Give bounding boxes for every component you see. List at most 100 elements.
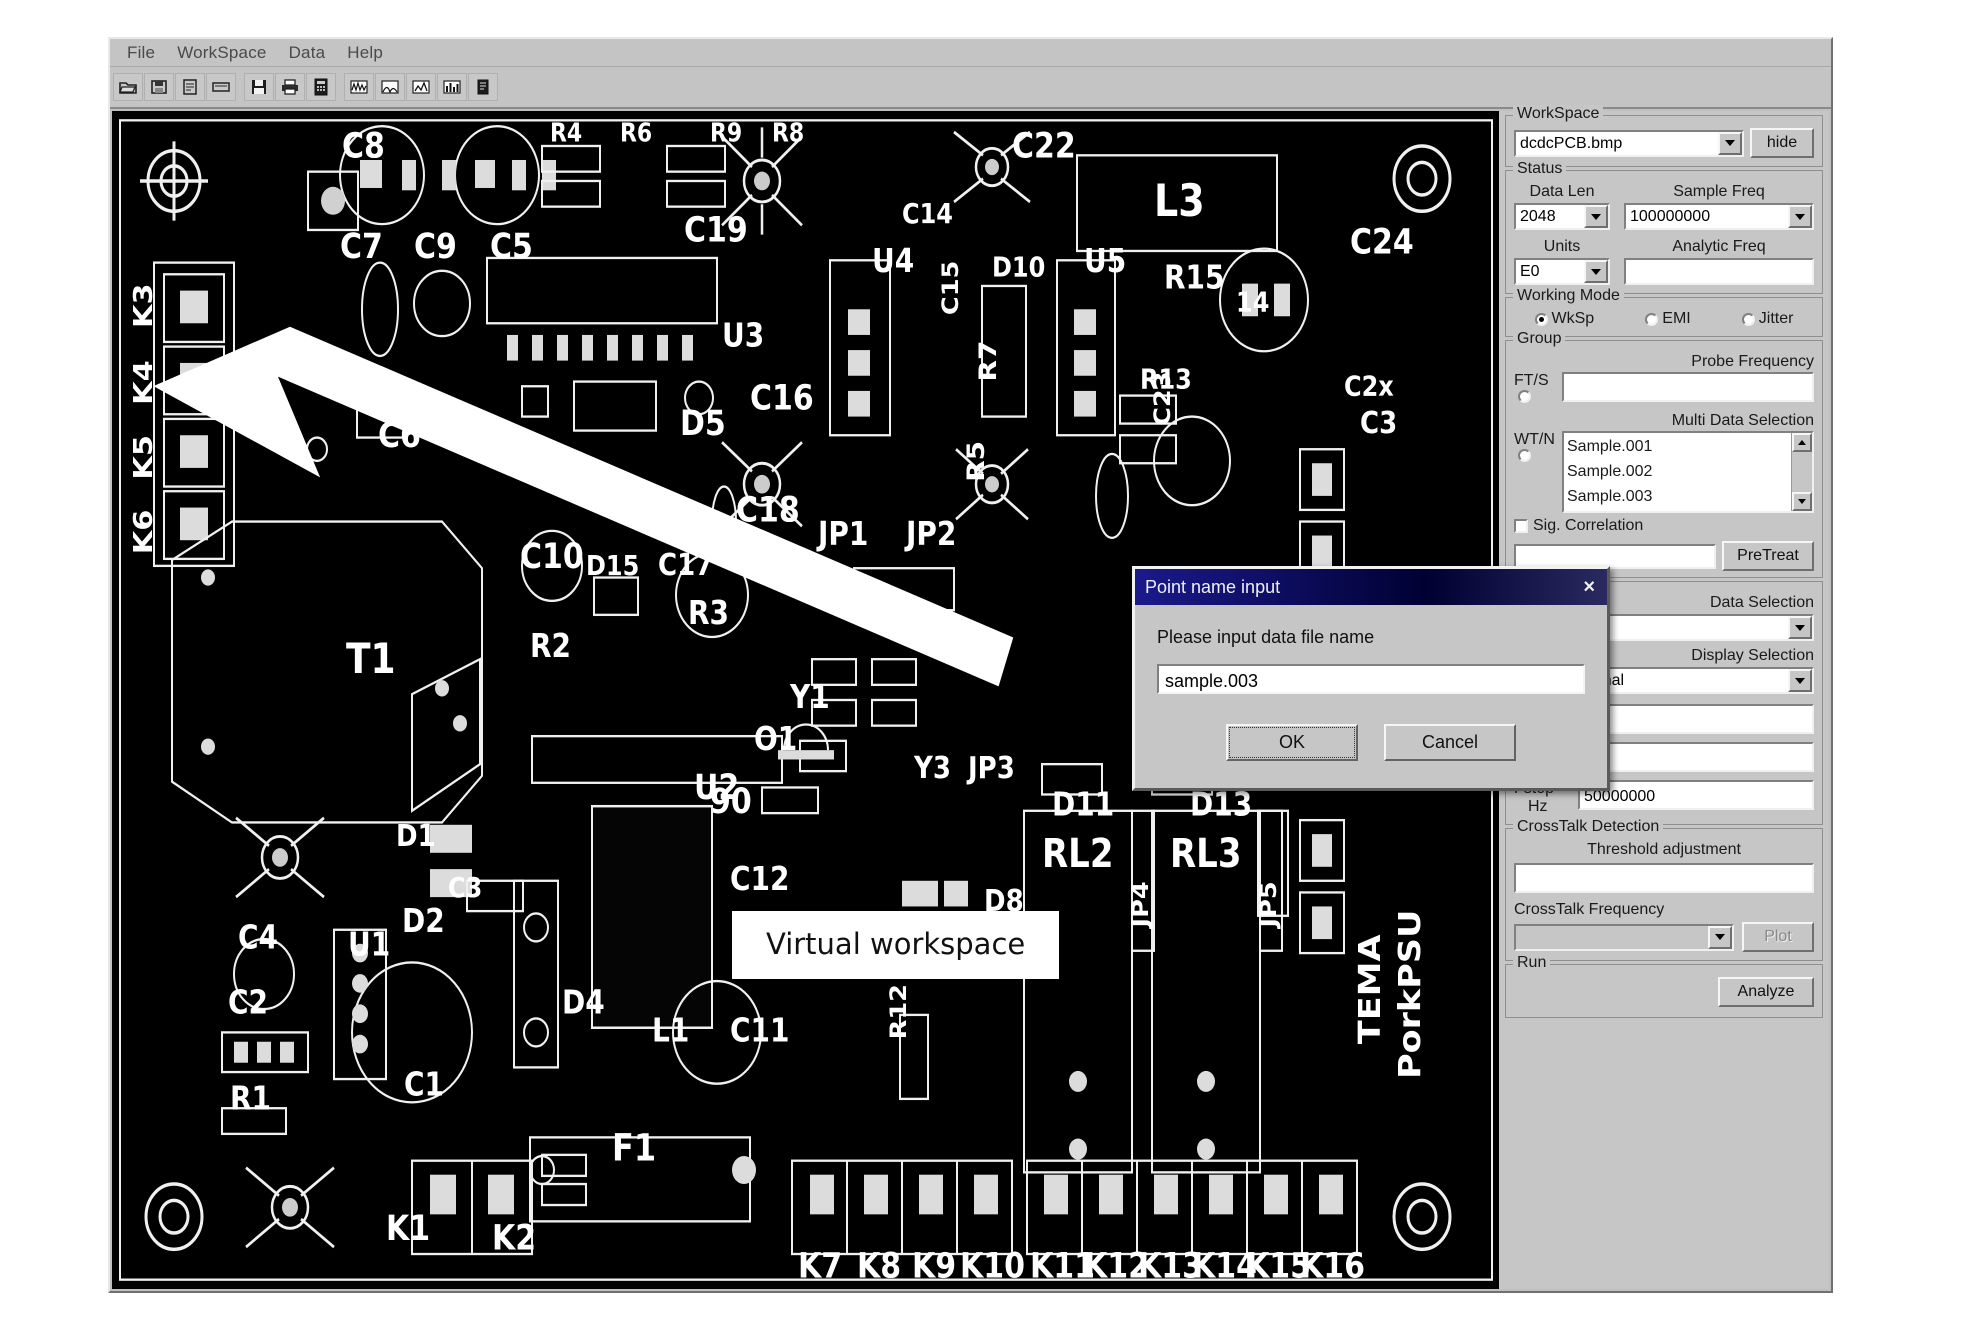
scroll-down-icon[interactable] [1792, 492, 1812, 511]
radio-fts[interactable] [1518, 390, 1531, 403]
virtual-workspace-annotation: Virtual workspace [732, 911, 1060, 979]
workspace-file-combo[interactable]: dcdcPCB.bmp [1514, 129, 1744, 157]
analysis-icon [473, 78, 493, 96]
svg-text:90: 90 [710, 781, 752, 822]
open-folder-icon [118, 78, 138, 96]
menu-help[interactable]: Help [336, 41, 394, 65]
crosstalk-group: CrossTalk Detection Threshold adjustment… [1505, 818, 1823, 961]
svg-text:R8: R8 [772, 118, 804, 148]
dialog-titlebar[interactable]: Point name input × [1135, 569, 1607, 605]
svg-text:R2: R2 [530, 628, 571, 666]
svg-text:Y1: Y1 [789, 679, 830, 717]
analyze-button[interactable]: Analyze [1718, 977, 1814, 1007]
svg-text:C9: C9 [414, 226, 457, 267]
listbox-scrollbar[interactable] [1791, 433, 1812, 511]
working-mode-group-label: Working Mode [1513, 287, 1624, 305]
menu-data[interactable]: Data [278, 41, 337, 65]
threshold-adjustment-label: Threshold adjustment [1587, 841, 1741, 858]
units-combo[interactable]: E0 [1514, 258, 1610, 285]
spectrum-icon-button[interactable] [375, 73, 405, 101]
calculator-icon-button[interactable] [306, 73, 336, 101]
list-item[interactable]: Sample.002 [1567, 459, 1791, 484]
radio-wtn[interactable] [1518, 449, 1531, 462]
sig-correlation-checkbox[interactable]: Sig. Correlation [1514, 517, 1643, 535]
waveform-icon-button[interactable] [344, 73, 374, 101]
fstop-input[interactable]: 50000000 [1578, 780, 1814, 810]
plot-button[interactable]: Plot [1742, 922, 1814, 952]
multi-data-listbox[interactable]: Sample.001 Sample.002 Sample.003 [1562, 431, 1814, 513]
menu-bar: File WorkSpace Data Help [110, 39, 1831, 67]
svg-text:C24: C24 [1350, 221, 1414, 262]
list-item[interactable]: Sample.001 [1567, 434, 1791, 459]
print-preview-icon-button[interactable] [175, 73, 205, 101]
chevron-down-icon[interactable] [1584, 205, 1608, 228]
svg-text:L1: L1 [652, 1013, 689, 1051]
data-len-label: Data Len [1529, 183, 1595, 200]
chevron-down-icon[interactable] [1788, 205, 1812, 228]
save-as-icon-button[interactable] [144, 73, 174, 101]
close-icon[interactable]: × [1577, 577, 1601, 597]
print-preview-icon [180, 78, 200, 96]
crosstalk-frequency-label: CrossTalk Frequency [1514, 901, 1665, 918]
data-len-combo[interactable]: 2048 [1514, 203, 1610, 230]
chevron-down-icon[interactable] [1788, 669, 1812, 692]
threshold-adjustment-input[interactable] [1514, 863, 1814, 893]
print-icon-button[interactable] [275, 73, 305, 101]
radio-wksp[interactable]: WkSp [1534, 310, 1595, 328]
bar-chart-icon-button[interactable] [437, 73, 467, 101]
svg-text:K9: K9 [912, 1245, 956, 1286]
svg-text:C1: C1 [404, 1066, 444, 1104]
histogram-icon-button[interactable] [406, 73, 436, 101]
page-setup-icon-button[interactable] [206, 73, 236, 101]
menu-file[interactable]: File [116, 41, 166, 65]
svg-text:D13: D13 [1190, 786, 1252, 824]
svg-text:K6: K6 [128, 510, 158, 555]
group-section: Group Probe Frequency FT/S Multi Data Se… [1505, 330, 1823, 578]
page-setup-icon [211, 78, 231, 96]
svg-text:C15: C15 [938, 261, 964, 315]
chevron-down-icon[interactable] [1708, 925, 1732, 949]
svg-text:JP5: JP5 [1256, 881, 1282, 929]
svg-text:R15: R15 [1164, 259, 1225, 297]
open-folder-icon-button[interactable] [113, 73, 143, 101]
svg-text:R4: R4 [550, 118, 582, 148]
crosstalk-frequency-combo[interactable] [1514, 923, 1734, 951]
svg-text:C12: C12 [730, 861, 790, 899]
pretreat-button[interactable]: PreTreat [1722, 541, 1814, 571]
radio-wksp-label: WkSp [1551, 310, 1595, 327]
svg-text:JP1: JP1 [816, 516, 868, 554]
waveform-icon [349, 78, 369, 96]
analysis-icon-button[interactable] [468, 73, 498, 101]
print-icon [280, 78, 300, 96]
hide-button[interactable]: hide [1750, 128, 1814, 158]
data-file-name-input[interactable]: sample.003 [1157, 664, 1585, 694]
save-icon-button[interactable] [244, 73, 274, 101]
fstart-input[interactable]: 0 [1578, 742, 1814, 772]
svg-text:K16: K16 [1300, 1245, 1365, 1286]
svg-text:JP2: JP2 [904, 516, 956, 554]
svg-text:PorkPSU: PorkPSU [1392, 910, 1427, 1079]
scroll-up-icon[interactable] [1792, 433, 1812, 452]
sig-correlation-input[interactable] [1514, 543, 1716, 569]
analytic-freq-input[interactable] [1624, 258, 1814, 285]
chevron-down-icon[interactable] [1584, 260, 1608, 283]
multi-data-selection-label: Multi Data Selection [1671, 412, 1814, 429]
svg-text:C23: C23 [1150, 371, 1176, 425]
radio-emi[interactable]: EMI [1645, 310, 1691, 328]
svg-text:O1: O1 [754, 721, 797, 759]
sample-freq-combo[interactable]: 100000000 [1624, 203, 1814, 230]
rbw-input[interactable] [1578, 704, 1814, 734]
ok-button[interactable]: OK [1226, 724, 1358, 761]
chevron-down-icon[interactable] [1718, 131, 1742, 155]
svg-text:U5: U5 [1084, 243, 1126, 281]
units-value: E0 [1520, 263, 1540, 280]
probe-frequency-input[interactable] [1562, 372, 1814, 402]
svg-text:C10: C10 [520, 536, 584, 577]
svg-text:D1: D1 [396, 818, 436, 853]
list-item[interactable]: Sample.003 [1567, 484, 1791, 509]
menu-workspace[interactable]: WorkSpace [166, 41, 277, 65]
svg-text:K1: K1 [386, 1208, 430, 1249]
radio-jitter[interactable]: Jitter [1741, 310, 1793, 328]
chevron-down-icon[interactable] [1788, 616, 1812, 639]
cancel-button[interactable]: Cancel [1384, 724, 1516, 761]
